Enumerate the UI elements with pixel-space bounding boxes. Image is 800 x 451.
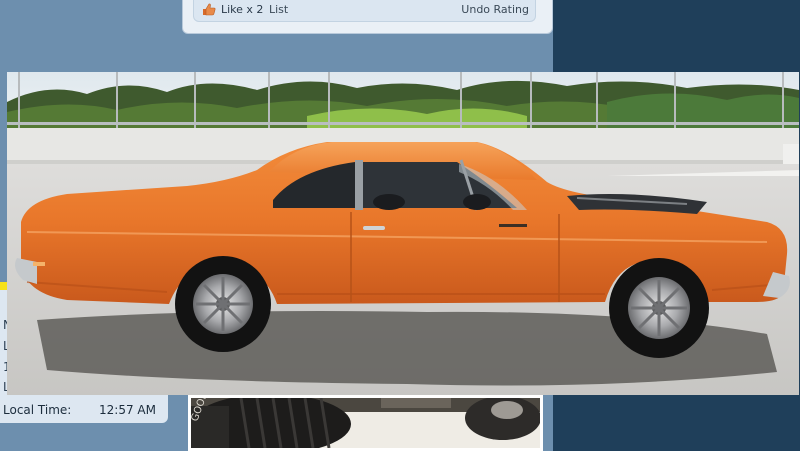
undo-rating-link[interactable]: Undo Rating [461, 3, 529, 16]
lightbox-photo[interactable] [7, 72, 799, 395]
post-photo-thumbnail[interactable]: GOOD [188, 395, 543, 451]
like-list-link[interactable]: List [269, 3, 288, 16]
thumbs-up-icon [202, 3, 216, 16]
post-footer: Like x 2 List Undo Rating [182, 0, 553, 34]
like-count-link[interactable]: Like x 2 [221, 3, 263, 16]
local-time-label: Local Time: [3, 403, 72, 417]
like-bar: Like x 2 List Undo Rating [193, 0, 536, 22]
local-time-value: 12:57 AM [99, 403, 156, 417]
